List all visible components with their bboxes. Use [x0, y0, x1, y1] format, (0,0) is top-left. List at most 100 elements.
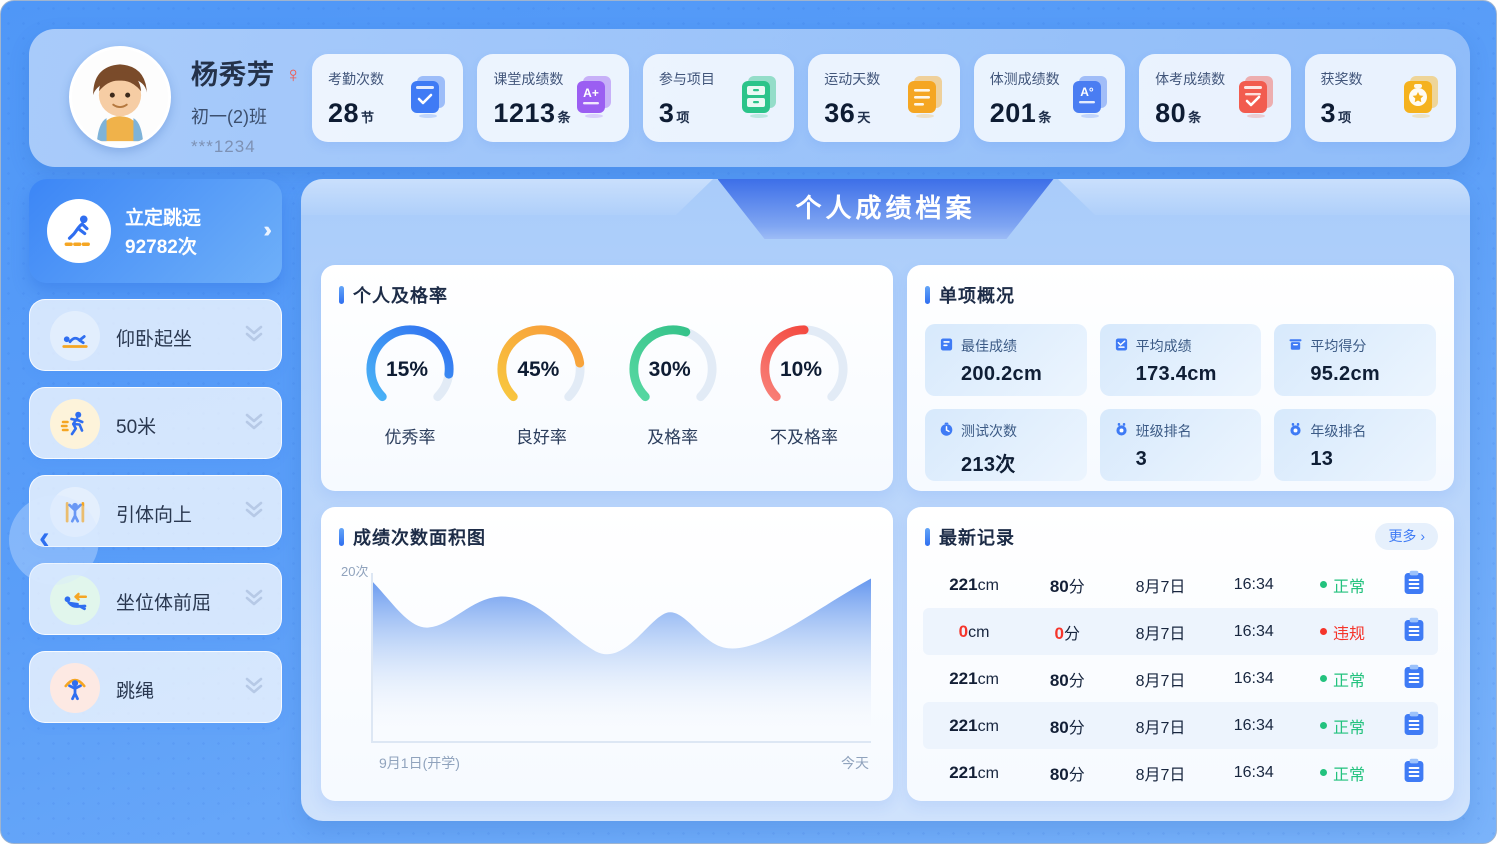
sidebar-item-label: 仰卧起坐 [116, 324, 192, 351]
tile-header: 班级排名 [1114, 421, 1248, 441]
score-value: 0 [1055, 624, 1064, 643]
tile-label: 平均得分 [1310, 336, 1366, 356]
stat-value: 36 [824, 98, 855, 128]
area-chart [371, 573, 871, 743]
doc-badge-icon [939, 337, 954, 355]
tile-label: 班级排名 [1136, 421, 1192, 441]
panel-header: 最新记录 [907, 507, 1454, 556]
tile-label: 测试次数 [961, 421, 1017, 441]
table-row: 221cm 80分 8月7日 16:34 正常 [923, 702, 1438, 749]
status-dot-icon [1320, 581, 1327, 588]
score-value: 80 [1050, 577, 1069, 596]
record-time: 16:34 [1212, 764, 1296, 782]
calendar-check-icon [405, 72, 451, 118]
stat-value: 80 [1155, 98, 1186, 128]
overview-tile: 最佳成绩 200.2cm [925, 324, 1087, 396]
gauge: 15% 优秀率 [351, 322, 469, 448]
chevron-left-icon: ‹ [39, 519, 50, 556]
distance-unit: cm [978, 671, 999, 688]
status-badge: 正常 [1296, 761, 1389, 785]
record-detail-icon[interactable] [1403, 711, 1425, 736]
status-label: 正常 [1333, 714, 1365, 738]
page-title-banner: 个人成绩档案 [718, 179, 1054, 239]
record-score: 80分 [1025, 573, 1109, 597]
gauge-value: 15% [351, 358, 463, 382]
more-label: 更多 [1388, 528, 1416, 544]
overview-tiles: 最佳成绩 200.2cm 平均成绩 173.4cm 平均得分 95.2cm 测试… [907, 314, 1454, 481]
gauge-value: 10% [745, 358, 857, 382]
page-title: 个人成绩档案 [795, 193, 975, 223]
student-id: ***1234 [191, 137, 302, 157]
sidebar-item-label: 坐位体前屈 [116, 588, 211, 615]
record-detail-icon[interactable] [1403, 570, 1425, 595]
y-axis-top-label: 20次 [341, 561, 368, 580]
gauges-row: 15% 优秀率 45% 良好率 30% 及格率 10 [321, 314, 893, 448]
stat-unit: 天 [857, 110, 870, 125]
svg-text:A+: A+ [583, 86, 599, 100]
distance-value: 221 [949, 716, 977, 735]
record-score: 80分 [1025, 667, 1109, 691]
chevron-down-double-icon [243, 586, 265, 615]
record-detail-icon[interactable] [1403, 617, 1425, 642]
record-time: 16:34 [1212, 623, 1296, 641]
sidebar-item[interactable]: 仰卧起坐 [29, 299, 282, 371]
header-card: 杨秀芳♀ 初一(2)班 ***1234 考勤次数 28节 课堂成绩数 1213条… [29, 29, 1470, 167]
table-row: 221cm 80分 8月7日 16:34 正常 [923, 655, 1438, 702]
more-link[interactable]: 更多 › [1375, 523, 1438, 550]
score-unit: 分 [1064, 626, 1080, 643]
chevron-down-double-icon [243, 674, 265, 703]
sidebar-collapse-button[interactable]: ‹ [9, 495, 99, 585]
panel-header: 成绩次数面积图 [321, 507, 893, 556]
table-row: 221cm 80分 8月7日 16:34 正常 [923, 561, 1438, 608]
score-unit: 分 [1069, 720, 1085, 737]
title-accent-bar [925, 286, 930, 304]
record-detail-icon[interactable] [1403, 758, 1425, 783]
banner-wing-right [1058, 179, 1470, 215]
student-name: 杨秀芳 [191, 53, 275, 92]
distance-value: 221 [949, 575, 977, 594]
record-score: 80分 [1025, 761, 1109, 785]
score-value: 80 [1050, 671, 1069, 690]
record-time: 16:34 [1212, 576, 1296, 594]
svg-text:A°: A° [1080, 85, 1094, 99]
records-panel: 最新记录 更多 › 221cm 80分 8月7日 16:34 正常 0cm 0分… [907, 507, 1454, 801]
sidebar-item-long-jump-selected[interactable]: 立定跳远 92782次 ›› [29, 179, 282, 283]
class-name: 初一(2)班 [191, 103, 302, 129]
score-value: 80 [1050, 765, 1069, 784]
record-distance: 221cm [923, 763, 1025, 783]
sidebar-item[interactable]: 50米 [29, 387, 282, 459]
gauge-label: 良好率 [482, 423, 600, 448]
record-time: 16:34 [1212, 670, 1296, 688]
chevron-down-double-icon [243, 498, 265, 527]
sidebar-item[interactable]: 跳绳 [29, 651, 282, 723]
tile-header: 平均得分 [1288, 336, 1422, 356]
tile-value: 213次 [961, 448, 1073, 477]
overview-tile: 平均得分 95.2cm [1274, 324, 1436, 396]
chevron-down-double-icon [243, 322, 265, 351]
long-jump-icon [47, 199, 111, 263]
records-title: 最新记录 [939, 524, 1015, 550]
distance-unit: cm [978, 718, 999, 735]
record-detail-icon[interactable] [1403, 664, 1425, 689]
record-actions [1389, 570, 1438, 600]
stat-unit: 项 [1338, 110, 1351, 125]
records-table: 221cm 80分 8月7日 16:34 正常 0cm 0分 8月7日 16:3… [923, 561, 1438, 791]
stat-unit: 条 [558, 110, 571, 125]
title-accent-bar [339, 528, 344, 546]
tile-label: 最佳成绩 [961, 336, 1017, 356]
avatar [69, 46, 171, 148]
gauge-value: 30% [614, 358, 726, 382]
record-actions [1389, 758, 1438, 788]
distance-value: 0 [959, 622, 968, 641]
status-dot-icon [1320, 628, 1327, 635]
stat-card: 课堂成绩数 1213条 A+ [477, 54, 628, 142]
record-actions [1389, 664, 1438, 694]
score-unit: 分 [1069, 579, 1085, 596]
status-label: 正常 [1333, 761, 1365, 785]
record-date: 8月7日 [1109, 573, 1211, 597]
doc-icon [1114, 337, 1129, 355]
test-doc-icon: A° [1067, 72, 1113, 118]
tile-label: 年级排名 [1310, 421, 1366, 441]
stat-value: 28 [328, 98, 359, 128]
pass-rate-panel: 个人及格率 15% 优秀率 45% 良好率 [321, 265, 893, 491]
